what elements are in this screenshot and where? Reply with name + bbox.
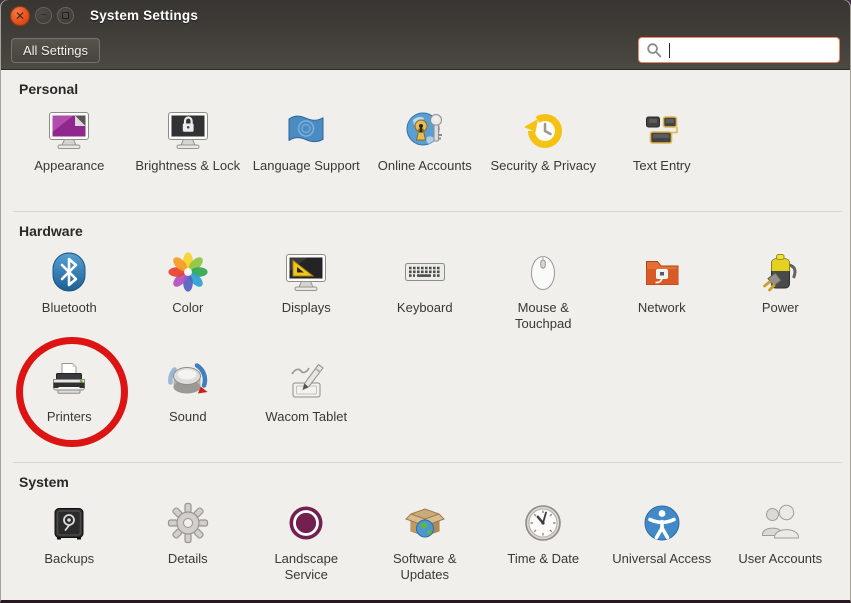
window-title: System Settings [90, 8, 198, 23]
settings-item-label: Color [172, 300, 203, 316]
security-privacy-icon [519, 106, 567, 154]
displays-icon [282, 248, 330, 296]
appearance-icon [45, 106, 93, 154]
settings-item-power[interactable]: Power [721, 244, 840, 353]
settings-item-universal-access[interactable]: Universal Access [603, 495, 722, 597]
keyboard-icon [401, 248, 449, 296]
settings-item-label: Landscape Service [251, 551, 361, 583]
settings-item-label: Keyboard [397, 300, 453, 316]
search-icon [646, 42, 662, 58]
settings-item-label: Language Support [253, 158, 360, 174]
mouse-touchpad-icon [519, 248, 567, 296]
section-hardware: Hardware Bluetooth Color Displays Keyboard Mo… [1, 212, 850, 462]
settings-item-label: User Accounts [738, 551, 822, 567]
settings-item-label: Power [762, 300, 799, 316]
printers-icon [45, 357, 93, 405]
universal-access-icon [638, 499, 686, 547]
section-title: Hardware [1, 212, 850, 244]
settings-item-label: Backups [44, 551, 94, 567]
maximize-window-icon[interactable] [57, 7, 74, 24]
settings-item-landscape-service[interactable]: Landscape Service [247, 495, 366, 597]
user-accounts-icon [756, 499, 804, 547]
language-support-icon [282, 106, 330, 154]
settings-item-label: Mouse & Touchpad [488, 300, 598, 332]
settings-item-keyboard[interactable]: Keyboard [366, 244, 485, 353]
settings-item-label: Universal Access [612, 551, 711, 567]
all-settings-button[interactable]: All Settings [11, 38, 100, 63]
text-entry-icon [638, 106, 686, 154]
brightness-lock-icon [164, 106, 212, 154]
settings-item-displays[interactable]: Displays [247, 244, 366, 353]
settings-item-backups[interactable]: Backups [10, 495, 129, 597]
settings-item-label: Time & Date [507, 551, 579, 567]
power-icon [756, 248, 804, 296]
software-updates-icon [401, 499, 449, 547]
maximize-glyph [62, 12, 69, 19]
settings-item-label: Online Accounts [378, 158, 472, 174]
settings-item-label: Wacom Tablet [265, 409, 347, 425]
settings-item-security-privacy[interactable]: Security & Privacy [484, 102, 603, 211]
settings-item-color[interactable]: Color [129, 244, 248, 353]
section-grid: Backups Details Landscape Service Software … [1, 495, 850, 597]
window-header: ✕ − System Settings All Settings [1, 0, 850, 70]
online-accounts-icon [401, 106, 449, 154]
settings-item-label: Network [638, 300, 686, 316]
settings-item-details[interactable]: Details [129, 495, 248, 597]
section-system: System Backups Details Landscape Service Sof… [1, 463, 850, 597]
color-icon [164, 248, 212, 296]
backups-icon [45, 499, 93, 547]
settings-item-user-accounts[interactable]: User Accounts [721, 495, 840, 597]
bluetooth-icon [45, 248, 93, 296]
settings-item-online-accounts[interactable]: Online Accounts [366, 102, 485, 211]
section-title: System [1, 463, 850, 495]
close-window-icon[interactable]: ✕ [10, 6, 30, 26]
details-icon [164, 499, 212, 547]
settings-item-label: Sound [169, 409, 207, 425]
settings-item-label: Appearance [34, 158, 104, 174]
text-caret [669, 43, 670, 58]
system-settings-window: ✕ − System Settings All Settings Persona… [0, 0, 851, 603]
settings-item-label: Software & Updates [370, 551, 480, 583]
toolbar: All Settings [1, 31, 850, 69]
settings-item-sound[interactable]: Sound [129, 353, 248, 462]
settings-item-label: Security & Privacy [491, 158, 596, 174]
settings-item-label: Displays [282, 300, 331, 316]
settings-item-bluetooth[interactable]: Bluetooth [10, 244, 129, 353]
section-grid: Appearance Brightness & Lock Language Supp… [1, 102, 850, 211]
wacom-tablet-icon [282, 357, 330, 405]
search-box[interactable] [638, 37, 840, 63]
network-icon [638, 248, 686, 296]
landscape-service-icon [282, 499, 330, 547]
settings-item-mouse-touchpad[interactable]: Mouse & Touchpad [484, 244, 603, 353]
settings-item-network[interactable]: Network [603, 244, 722, 353]
settings-item-language-support[interactable]: Language Support [247, 102, 366, 211]
section-title: Personal [1, 70, 850, 102]
settings-item-wacom-tablet[interactable]: Wacom Tablet [247, 353, 366, 462]
settings-item-appearance[interactable]: Appearance [10, 102, 129, 211]
settings-item-label: Bluetooth [42, 300, 97, 316]
section-personal: Personal Appearance Brightness & Lock Langu… [1, 70, 850, 211]
titlebar[interactable]: ✕ − System Settings [1, 0, 850, 31]
sound-icon [164, 357, 212, 405]
settings-item-label: Text Entry [633, 158, 691, 174]
minimize-window-icon[interactable]: − [35, 7, 52, 24]
settings-item-text-entry[interactable]: Text Entry [603, 102, 722, 211]
section-grid: Bluetooth Color Displays Keyboard Mouse & To… [1, 244, 850, 462]
settings-item-software-updates[interactable]: Software & Updates [366, 495, 485, 597]
settings-item-printers[interactable]: Printers [10, 353, 129, 462]
settings-item-label: Details [168, 551, 208, 567]
settings-item-brightness-lock[interactable]: Brightness & Lock [129, 102, 248, 211]
search-input[interactable] [672, 43, 832, 58]
content: Personal Appearance Brightness & Lock Langu… [1, 70, 850, 597]
settings-item-label: Brightness & Lock [135, 158, 240, 174]
settings-item-label: Printers [47, 409, 92, 425]
time-date-icon [519, 499, 567, 547]
settings-item-time-date[interactable]: Time & Date [484, 495, 603, 597]
